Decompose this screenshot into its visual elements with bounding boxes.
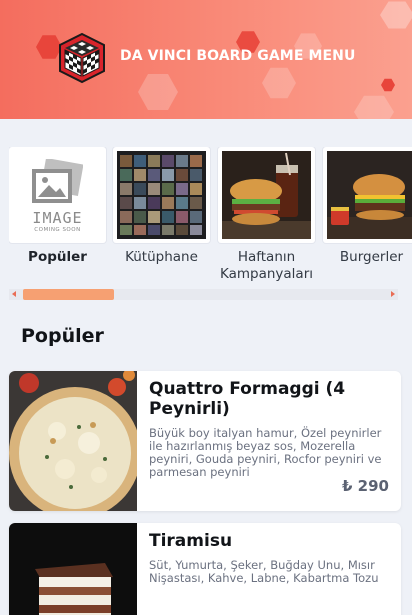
product-info: Quattro Formaggi (4 Peynirli) Büyük boy … [149, 379, 389, 479]
pizza-image [9, 371, 137, 511]
product-card[interactable]: Quattro Formaggi (4 Peynirli) Büyük boy … [9, 371, 401, 511]
logo-chessboard-cube-icon [56, 32, 108, 84]
tiramisu-image [9, 523, 137, 615]
category-label: Popüler [28, 249, 87, 265]
product-card[interactable]: Tiramisu Süt, Yumurta, Şeker, Buğday Unu… [9, 523, 401, 615]
product-name: Tiramisu [149, 531, 233, 551]
category-scrollbar[interactable] [9, 289, 398, 300]
burger-image [327, 151, 412, 239]
product-price: ₺ 290 [342, 477, 389, 495]
decor-hexagon [354, 95, 394, 119]
product-name: Quattro Formaggi (4 Peynirli) [149, 379, 346, 419]
board-game-shelf-image [117, 151, 206, 239]
category-item-haftanin-kampanyalari[interactable]: Haftanın Kampanyaları [218, 147, 315, 283]
product-info: Tiramisu Süt, Yumurta, Şeker, Buğday Unu… [149, 531, 389, 585]
category-item-kutuphane[interactable]: Kütüphane [113, 147, 210, 266]
category-thumbnail [218, 147, 315, 243]
burger-and-cola-image [222, 151, 311, 239]
category-thumbnail: IMAGE COMING SOON [9, 147, 106, 243]
category-thumbnail [323, 147, 412, 243]
decor-hexagon [138, 74, 178, 110]
image-placeholder-text: IMAGE [32, 209, 83, 227]
category-thumbnail [113, 147, 210, 243]
category-item-populer[interactable]: IMAGE COMING SOON Popüler [9, 147, 106, 266]
product-description: Süt, Yumurta, Şeker, Buğday Unu, Mısır N… [149, 558, 379, 585]
category-item-burgerler[interactable]: Burgerler [323, 147, 412, 266]
category-label: Burgerler [339, 249, 404, 265]
category-label: Kütüphane [125, 249, 198, 265]
category-carousel: IMAGE COMING SOON Popüler Kütüphane Haft… [9, 147, 412, 292]
app-title: DA VINCI BOARD GAME MENU [120, 48, 356, 64]
scroll-right-arrow-icon[interactable] [391, 291, 395, 297]
section-title: Popüler [21, 325, 104, 347]
header: DA VINCI BOARD GAME MENU [0, 0, 412, 119]
category-label: Haftanın Kampanyaları [219, 249, 314, 282]
decor-hexagon [262, 67, 296, 99]
scroll-left-arrow-icon[interactable] [12, 291, 16, 297]
decor-hexagon [380, 1, 412, 29]
decor-hexagon [381, 78, 395, 92]
image-placeholder-subtext: COMING SOON [34, 227, 81, 233]
image-placeholder-icon [29, 157, 84, 207]
scrollbar-thumb[interactable] [23, 289, 114, 300]
product-description: Büyük boy italyan hamur, Özel peynirler … [149, 426, 382, 479]
